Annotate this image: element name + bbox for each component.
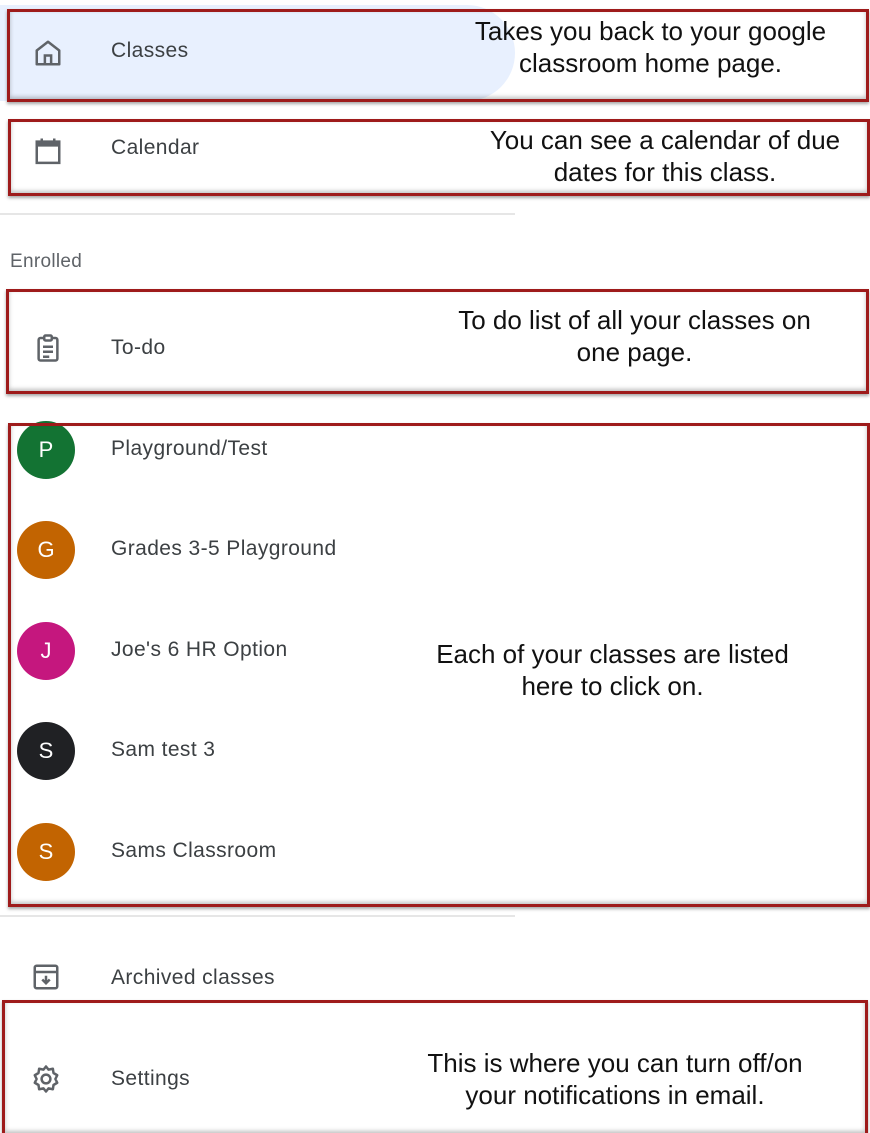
annotation-note-todo: To do list of all your classes on one pa…	[458, 305, 811, 367]
archive-icon	[30, 961, 62, 993]
annotation-note-classes: Takes you back to your google classroom …	[474, 16, 827, 78]
nav-item-archived-label: Archived classes	[111, 966, 275, 989]
divider	[0, 213, 515, 215]
annotation-note-class-list: Each of your classes are listed here to …	[436, 639, 789, 701]
divider	[0, 915, 515, 917]
nav-item-archived[interactable]: Archived classes	[0, 945, 515, 1005]
enrolled-section-label: Enrolled	[10, 251, 83, 272]
annotation-note-settings: This is where you can turn off/on your n…	[427, 1048, 803, 1110]
annotation-note-calendar: You can see a calendar of due dates for …	[489, 125, 841, 187]
